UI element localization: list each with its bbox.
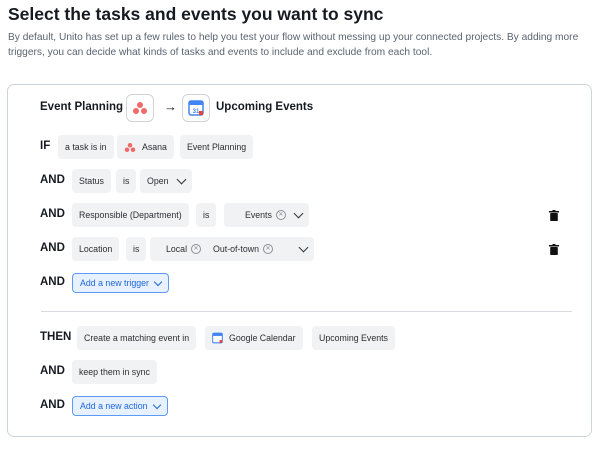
action-then-row: THEN Create a matching event in Google C…	[8, 326, 591, 350]
asana-icon	[126, 94, 154, 122]
target-calendar-chip[interactable]: Upcoming Events	[312, 326, 395, 350]
remove-value-icon[interactable]: ✕	[263, 244, 273, 254]
and-keyword: AND	[40, 174, 65, 186]
add-trigger-label: Add a new trigger	[80, 278, 149, 288]
location-value-local: Local	[166, 244, 188, 254]
page-title: Select the tasks and events you want to …	[8, 4, 384, 24]
status-value-select[interactable]: Open	[140, 169, 192, 193]
add-action-button[interactable]: Add a new action	[72, 396, 168, 416]
section-divider	[41, 311, 572, 312]
operator-chip: is	[196, 203, 217, 227]
trash-icon[interactable]	[549, 244, 559, 255]
location-field-chip[interactable]: Location	[72, 237, 120, 261]
then-keyword: THEN	[40, 331, 72, 343]
operator-chip: is	[126, 237, 147, 261]
and-keyword: AND	[40, 208, 65, 220]
rules-card: Event Planning → 31 Upcoming Events IF a…	[7, 84, 592, 437]
source-tool-chip[interactable]: Asana	[117, 135, 174, 159]
operator-chip: is	[116, 169, 137, 193]
keep-sync-text: keep them in sync	[72, 360, 157, 384]
target-calendar-name: Upcoming Events	[216, 101, 314, 113]
target-tool-chip[interactable]: Google Calendar	[205, 326, 303, 350]
responsible-value-select[interactable]: Events ✕	[224, 203, 309, 227]
source-project-chip[interactable]: Event Planning	[180, 135, 254, 159]
google-calendar-icon: 31	[182, 94, 210, 122]
svg-text:31: 31	[193, 109, 200, 115]
rule-location-row: AND Location is Local ✕ Out-of-town ✕	[8, 237, 591, 261]
remove-value-icon[interactable]: ✕	[275, 210, 286, 220]
page-intro: By default, Unito has set up a few rules…	[8, 32, 579, 58]
add-action-label: Add a new action	[80, 401, 148, 411]
and-keyword: AND	[40, 276, 65, 288]
then-action-text: Create a matching event in	[77, 326, 197, 350]
chevron-down-icon	[153, 277, 163, 286]
remove-value-icon[interactable]: ✕	[191, 244, 202, 254]
rule-status-row: AND Status is Open	[8, 169, 591, 193]
status-field-chip[interactable]: Status	[72, 169, 111, 193]
rule-if-row: IF a task is in Asana Event Planning	[8, 135, 591, 159]
trash-icon[interactable]	[549, 210, 559, 221]
chevron-down-icon	[293, 208, 304, 219]
target-tool-label: Google Calendar	[229, 333, 296, 343]
responsible-value: Events	[245, 210, 272, 220]
if-condition-text: a task is in	[58, 135, 114, 159]
asana-icon	[124, 142, 136, 153]
and-keyword: AND	[40, 242, 65, 254]
and-keyword: AND	[40, 399, 65, 411]
source-project-name: Event Planning	[40, 101, 124, 113]
chevron-down-icon	[152, 400, 161, 409]
action-sync-row: AND keep them in sync	[8, 360, 591, 384]
add-trigger-row: AND Add a new trigger	[8, 271, 591, 295]
chevron-down-icon	[176, 174, 187, 185]
source-tool-label: Asana	[142, 142, 167, 152]
sync-arrow-icon: →	[164, 99, 177, 114]
status-value: Open	[147, 176, 169, 186]
location-value-out-of-town: Out-of-town	[213, 244, 259, 254]
location-value-select[interactable]: Local ✕ Out-of-town ✕	[150, 237, 314, 261]
add-trigger-button[interactable]: Add a new trigger	[72, 273, 169, 293]
google-calendar-icon	[212, 332, 223, 344]
and-keyword: AND	[40, 365, 65, 377]
chevron-down-icon	[298, 242, 309, 253]
responsible-field-chip[interactable]: Responsible (Department)	[72, 203, 189, 227]
rule-responsible-row: AND Responsible (Department) is Events ✕	[8, 203, 591, 227]
if-keyword: IF	[40, 140, 51, 152]
add-action-row: AND Add a new action	[8, 394, 591, 418]
